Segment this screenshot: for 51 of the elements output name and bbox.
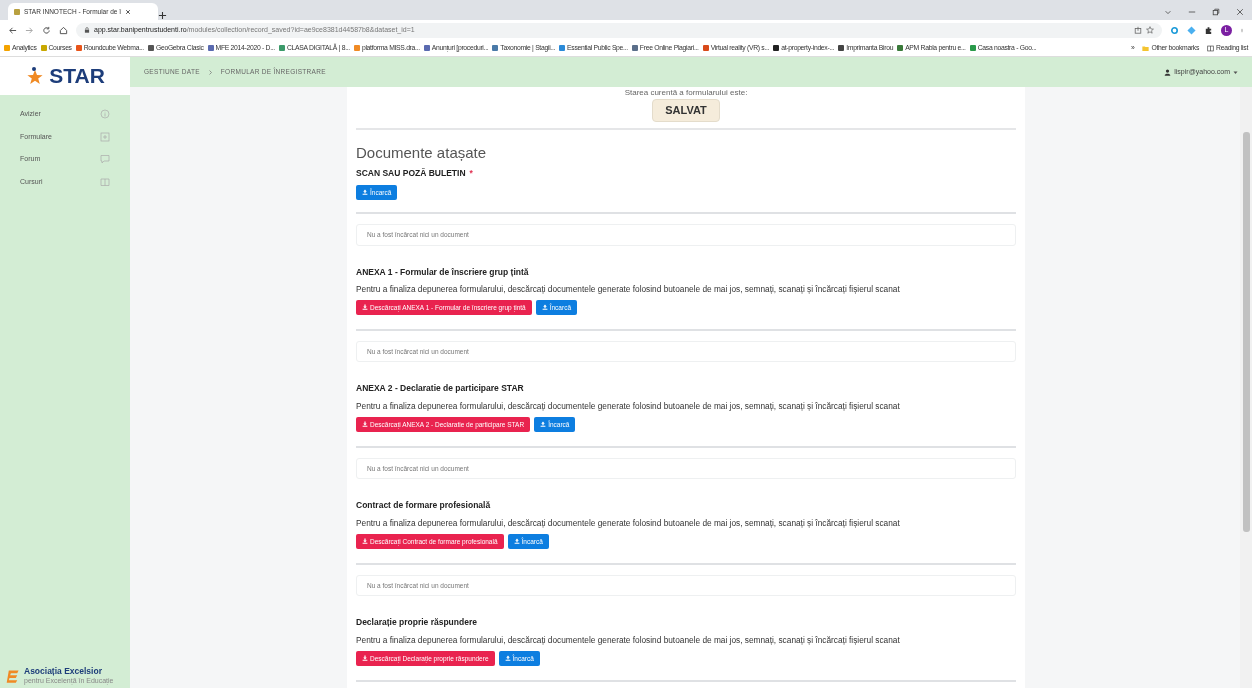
upload-icon [513,538,520,545]
puzzle-icon[interactable] [1204,25,1213,35]
logo-text: STAR [49,63,105,90]
star-icon[interactable] [1146,26,1154,34]
field-label: ANEXA 2 - Declaratie de participare STAR [356,382,525,396]
chevron-right-icon [207,69,213,75]
instructions-text: Pentru a finaliza depunerea formularului, descărcați documentele generate folosind butoanele de mai jos, semnați, scanați și încărcați fișierul scanat [356,400,901,413]
user-icon [1164,68,1172,76]
download-icon [362,655,368,661]
book-icon [100,176,110,187]
close-icon[interactable] [1236,8,1244,16]
reload-icon[interactable] [42,25,51,35]
status-label: Starea curentă a formularului este: [623,88,749,97]
download-icon [362,304,368,311]
footer-logo-name: Asociația Excelsior [24,666,103,676]
required-asterisk: * [469,167,473,180]
scrollbar-thumb[interactable] [1242,132,1250,532]
field-label: Declarație proprie răspundere [356,616,478,630]
instructions-text: Pentru a finaliza depunerea formularului, descărcați documentele generate folosind butoanele de mai jos, semnați, scanați și încărcați fișierul scanat [356,283,901,296]
folder-icon [1142,44,1150,52]
letter-e-logo-icon [6,668,20,685]
diamond-icon[interactable] [1187,25,1196,35]
download-icon [362,538,368,545]
lock-icon [84,27,90,33]
reading-list-icon [1207,44,1215,52]
status-value: SALVAT [652,99,720,122]
field-label: ANEXA 1 - Formular de înscriere grup țintă [356,265,530,279]
site-icon [14,8,20,15]
back-icon[interactable] [8,25,17,35]
chat-bubble-icon [100,154,110,165]
instructions-text: Pentru a finaliza depunerea formularului, descărcați documentele generate folosind butoanele de mai jos, semnați, scanați și încărcați fișierul scanat [356,517,901,530]
home-icon[interactable] [59,25,68,35]
field-label: Contract de formare profesională [356,499,492,513]
download-icon [362,421,368,428]
forward-icon[interactable] [25,25,34,35]
close-icon[interactable] [125,8,132,15]
info-icon [100,109,110,120]
ring-icon[interactable] [1170,25,1179,35]
field-label: SCAN SAU POZĂ BULETIN [356,167,466,180]
upload-icon [362,189,368,196]
instructions-text: Pentru a finaliza depunerea formularului, descărcați documentele generate folosind butoanele de mai jos, semnați, scanați și încărcați fișierul scanat [356,634,901,647]
upload-icon [504,655,511,661]
chevron-down-icon[interactable] [1164,8,1172,16]
new-tab-icon[interactable] [158,11,167,20]
upload-icon [540,421,547,428]
restore-icon[interactable] [1212,8,1220,16]
section-heading: Documente atașate [356,142,488,163]
upload-icon [541,304,548,311]
share-icon[interactable] [1134,26,1142,34]
caret-icon [1233,69,1238,75]
plus-square-icon [100,131,110,142]
